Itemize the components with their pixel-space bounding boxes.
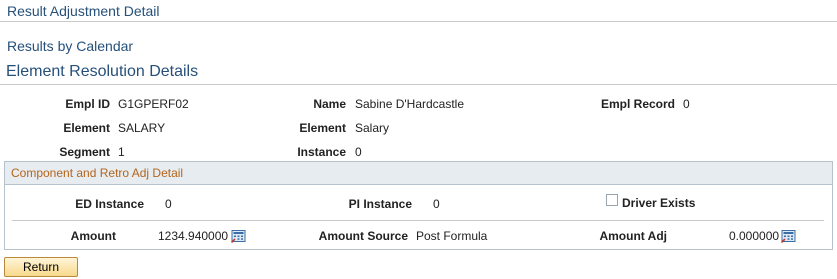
amount-label: Amount: [70, 229, 116, 243]
calculator-icon[interactable]: [230, 230, 246, 244]
section-divider: [0, 84, 837, 85]
return-button[interactable]: Return: [4, 257, 78, 277]
empl-record-label: Empl Record: [600, 97, 675, 111]
component-retro-adj-header: Component and Retro Adj Detail: [5, 162, 832, 185]
name-label: Name: [313, 97, 346, 111]
instance-value: 0: [355, 145, 362, 159]
segment-value: 1: [118, 145, 125, 159]
page-header: Result Adjustment Detail: [0, 0, 837, 22]
ed-instance-label: ED Instance: [75, 197, 144, 211]
amount-source-value: Post Formula: [416, 229, 488, 243]
amount-adj-label: Amount Adj: [599, 229, 667, 243]
row-divider: [12, 220, 824, 221]
page-subtitle: Results by Calendar: [7, 38, 134, 54]
calculator-icon[interactable]: [780, 230, 796, 244]
empl-id-value: G1GPERF02: [118, 97, 189, 111]
amount-value: 1234.940000: [158, 229, 229, 243]
amount-adj-value: 0.000000: [729, 229, 780, 243]
element-description-label: Element: [299, 121, 346, 135]
element-label: Element: [63, 121, 110, 135]
element-value: SALARY: [118, 121, 166, 135]
empl-id-label: Empl ID: [65, 97, 110, 111]
segment-label: Segment: [59, 145, 110, 159]
name-value: Sabine D'Hardcastle: [355, 97, 465, 111]
ed-instance-value: 0: [165, 197, 172, 211]
amount-source-label: Amount Source: [318, 229, 408, 243]
element-description-value: Salary: [355, 121, 390, 135]
section-title: Element Resolution Details: [6, 63, 199, 80]
driver-exists-checkbox[interactable]: [606, 194, 618, 206]
pi-instance-label: PI Instance: [348, 197, 412, 211]
page-title: Result Adjustment Detail: [7, 3, 160, 19]
empl-record-value: 0: [683, 97, 690, 111]
driver-exists-label: Driver Exists: [622, 196, 696, 210]
instance-label: Instance: [297, 145, 346, 159]
pi-instance-value: 0: [433, 197, 440, 211]
